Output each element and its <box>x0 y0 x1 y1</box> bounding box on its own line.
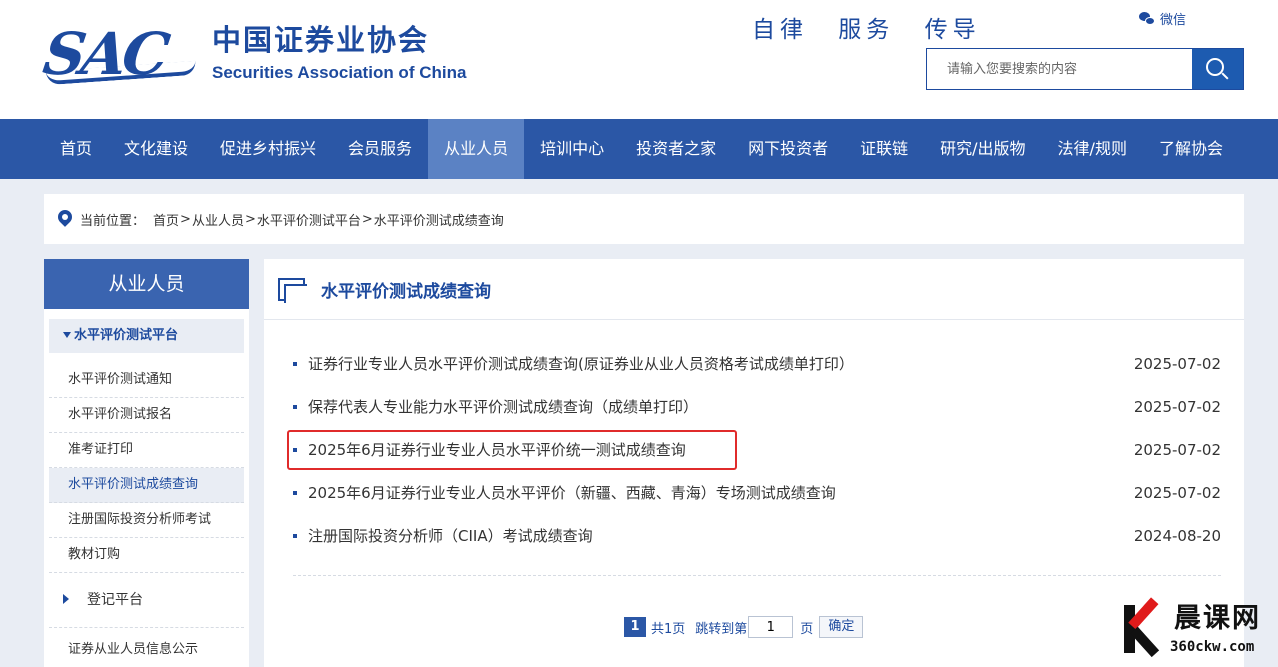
jump-label: 跳转到第 <box>695 621 748 637</box>
nav-item-investors-home[interactable]: 投资者之家 <box>620 119 732 179</box>
sidebar-platform-label: 登记平台 <box>87 592 143 608</box>
sidebar-item-registration-platform[interactable]: 登记平台 <box>49 573 244 628</box>
page-title: 水平评价测试成绩查询 <box>321 281 491 302</box>
breadcrumb-practitioners[interactable]: 从业人员 <box>192 210 244 229</box>
sidebar-item-admission-ticket[interactable]: 准考证打印 <box>49 433 244 468</box>
list-item-title[interactable]: 2025年6月证券行业专业人员水平评价统一测试成绩查询 <box>308 439 686 460</box>
list-item[interactable]: 证券行业专业人员水平评价测试成绩查询(原证券业从业人员资格考试成绩单打印） 20… <box>293 342 1221 385</box>
watermark-logo: 晨课网 360ckw.com <box>1118 597 1278 667</box>
slogan: 自律 服务 传导 <box>752 17 981 43</box>
search-input[interactable] <box>927 49 1192 89</box>
wechat-label: 微信 <box>1160 13 1187 28</box>
bullet-icon <box>293 447 297 452</box>
nav-item-member-services[interactable]: 会员服务 <box>332 119 428 179</box>
logo-chinese-name: 中国证券业协会 <box>212 23 430 57</box>
wechat-icon <box>1139 11 1156 26</box>
watermark-url: 360ckw.com <box>1170 639 1255 655</box>
list-item-highlighted[interactable]: 2025年6月证券行业专业人员水平评价统一测试成绩查询 2025-07-02 <box>287 428 1221 471</box>
query-list: 证券行业专业人员水平评价测试成绩查询(原证券业从业人员资格考试成绩单打印） 20… <box>287 342 1221 557</box>
watermark-k-icon <box>1118 597 1166 658</box>
page-unit: 页 <box>800 621 814 637</box>
location-pin-icon <box>55 206 75 229</box>
sidebar-item-info-disclosure[interactable]: 证券从业人员信息公示 <box>49 628 244 667</box>
breadcrumb: 当前位置： 首页 > 从业人员 > 水平评价测试平台 > 水平评价测试成绩查询 <box>44 194 1244 244</box>
page-jump-confirm-button[interactable]: 确定 <box>819 616 864 638</box>
triangle-right-icon <box>63 594 69 604</box>
breadcrumb-separator: > <box>244 211 256 227</box>
list-item[interactable]: 2025年6月证券行业专业人员水平评价（新疆、西藏、青海）专场测试成绩查询 20… <box>293 471 1221 514</box>
site-logo[interactable]: SAC 中国证券业协会 Securities Association of Ch… <box>39 20 504 92</box>
page-number-current[interactable]: 1 <box>624 617 646 637</box>
list-item-date: 2024-08-20 <box>1133 526 1221 545</box>
sidebar-item-registration[interactable]: 水平评价测试报名 <box>49 398 244 433</box>
main-nav: 首页 文化建设 促进乡村振兴 会员服务 从业人员 培训中心 投资者之家 网下投资… <box>0 119 1278 179</box>
nav-item-chain[interactable]: 证联链 <box>844 119 924 179</box>
pagination: 1 共1页 跳转到第 页 确定 <box>624 616 864 638</box>
bullet-icon <box>293 490 297 495</box>
nav-item-home[interactable]: 首页 <box>44 119 108 179</box>
nav-item-practitioners[interactable]: 从业人员 <box>428 119 525 179</box>
page-jump-input[interactable] <box>748 616 794 638</box>
section-box-icon <box>278 277 307 303</box>
list-item[interactable]: 保荐代表人专业能力水平评价测试成绩查询（成绩单打印） 2025-07-02 <box>293 385 1221 428</box>
sidebar-group-platform[interactable]: 水平评价测试平台 <box>49 319 244 353</box>
nav-item-offline-investors[interactable]: 网下投资者 <box>732 119 844 179</box>
page-total: 共1页 <box>651 621 686 637</box>
sidebar-item-score-query[interactable]: 水平评价测试成绩查询 <box>49 468 244 503</box>
list-item-date: 2025-07-02 <box>1133 483 1221 502</box>
nav-item-about[interactable]: 了解协会 <box>1143 119 1239 179</box>
sidebar-item-notice[interactable]: 水平评价测试通知 <box>49 363 244 398</box>
bullet-icon <box>293 404 297 409</box>
logo-english-name: Securities Association of China <box>212 63 467 82</box>
content-header: 水平评价测试成绩查询 <box>264 259 1244 320</box>
nav-item-training[interactable]: 培训中心 <box>524 119 620 179</box>
list-divider <box>293 575 1221 576</box>
nav-item-research[interactable]: 研究/出版物 <box>924 119 1041 179</box>
wechat-link[interactable]: 微信 <box>1139 9 1186 28</box>
main-content: 水平评价测试成绩查询 证券行业专业人员水平评价测试成绩查询(原证券业从业人员资格… <box>264 259 1244 667</box>
breadcrumb-label: 当前位置： <box>80 213 146 229</box>
search-box <box>926 48 1244 90</box>
breadcrumb-home[interactable]: 首页 <box>153 210 179 229</box>
bullet-icon <box>293 533 297 538</box>
breadcrumb-current[interactable]: 水平评价测试成绩查询 <box>374 210 504 229</box>
list-item-title[interactable]: 2025年6月证券行业专业人员水平评价（新疆、西藏、青海）专场测试成绩查询 <box>308 482 836 503</box>
sidebar-item-textbooks[interactable]: 教材订购 <box>49 538 244 573</box>
sidebar: 从业人员 水平评价测试平台 水平评价测试通知 水平评价测试报名 准考证打印 水平… <box>44 259 249 667</box>
search-button[interactable] <box>1192 49 1243 89</box>
nav-item-law[interactable]: 法律/规则 <box>1042 119 1143 179</box>
list-item-title[interactable]: 证券行业专业人员水平评价测试成绩查询(原证券业从业人员资格考试成绩单打印） <box>308 353 854 374</box>
nav-item-rural[interactable]: 促进乡村振兴 <box>204 119 332 179</box>
bullet-icon <box>293 361 297 366</box>
list-item-date: 2025-07-02 <box>1133 354 1221 373</box>
sidebar-group-label: 水平评价测试平台 <box>74 328 179 343</box>
list-item-title[interactable]: 注册国际投资分析师（CIIA）考试成绩查询 <box>308 525 593 546</box>
list-item-date: 2025-07-02 <box>1133 440 1221 459</box>
list-item[interactable]: 注册国际投资分析师（CIIA）考试成绩查询 2024-08-20 <box>293 514 1221 557</box>
triangle-down-icon <box>63 331 71 338</box>
sidebar-title: 从业人员 <box>44 259 249 309</box>
site-header: SAC 中国证券业协会 Securities Association of Ch… <box>0 0 1278 119</box>
nav-item-culture[interactable]: 文化建设 <box>108 119 204 179</box>
breadcrumb-separator: > <box>361 211 373 227</box>
breadcrumb-platform[interactable]: 水平评价测试平台 <box>257 210 361 229</box>
watermark-name: 晨课网 <box>1174 603 1261 634</box>
list-item-title[interactable]: 保荐代表人专业能力水平评价测试成绩查询（成绩单打印） <box>308 396 698 417</box>
breadcrumb-separator: > <box>180 211 191 227</box>
list-item-date: 2025-07-02 <box>1133 397 1221 416</box>
sidebar-item-ciia-exam[interactable]: 注册国际投资分析师考试 <box>49 503 244 538</box>
